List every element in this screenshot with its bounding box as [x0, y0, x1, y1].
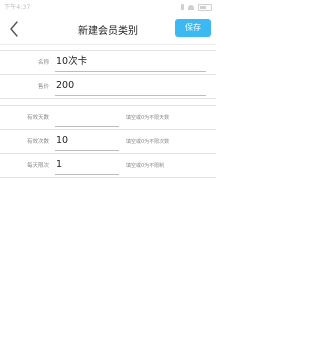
name-input[interactable]: 10次卡: [55, 53, 206, 72]
form-row-name: 名称 10次卡: [0, 50, 216, 75]
daily-times-hint: 填空或0为不限制: [126, 163, 165, 169]
bluetooth-icon: [181, 4, 184, 10]
save-button[interactable]: 保存: [175, 19, 211, 37]
status-icons: [181, 3, 212, 11]
daily-times-label: 每天限次: [26, 163, 49, 169]
form-row-price: 售价 200: [0, 75, 216, 99]
daily-times-input[interactable]: 1: [55, 156, 119, 175]
valid-days-hint: 填空或0为不限天数: [126, 115, 170, 121]
valid-times-label: 有效次数: [26, 139, 49, 145]
valid-times-hint: 填空或0为不限次数: [126, 139, 170, 145]
status-time: 下午4:37: [4, 4, 31, 11]
price-label: 售价: [37, 84, 49, 90]
form-row-valid-days: 有效天数 填空或0为不限天数: [0, 105, 216, 130]
nav-bar: 新建会员类别 保存: [0, 14, 216, 45]
valid-times-input[interactable]: 10: [55, 132, 119, 151]
form-row-daily-times: 每天限次 1 填空或0为不限制: [0, 154, 216, 178]
member-type-form: 名称 10次卡 售价 200 有效天数 填空或0为不限天数 有效次数 10 填空…: [0, 50, 216, 178]
valid-days-input[interactable]: [55, 108, 119, 127]
status-bar: 下午4:37: [0, 0, 216, 14]
form-row-valid-times: 有效次数 10 填空或0为不限次数: [0, 130, 216, 154]
name-label: 名称: [37, 60, 49, 66]
battery-icon: [198, 3, 212, 11]
price-input[interactable]: 200: [55, 77, 206, 96]
wifi-icon: [188, 4, 194, 10]
valid-days-label: 有效天数: [26, 115, 49, 121]
